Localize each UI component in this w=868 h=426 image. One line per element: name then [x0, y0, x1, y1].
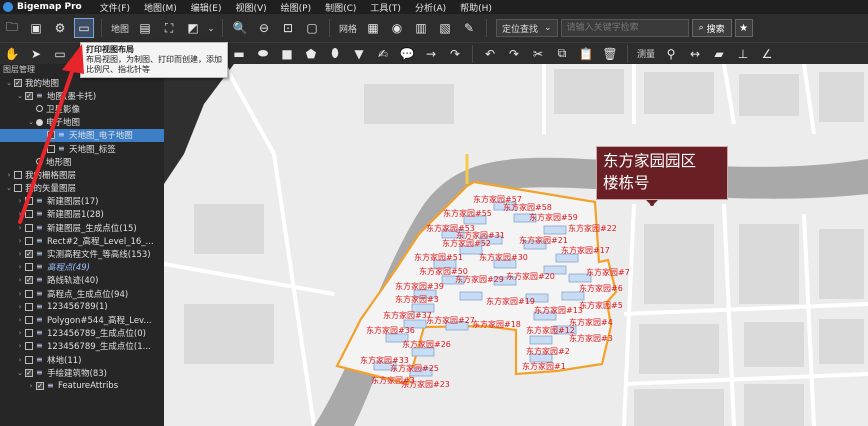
annotation-arrow: [18, 44, 84, 224]
app-window: Bigemap Pro 文件(F) 地图(M) 编辑(E) 视图(V) 绘图(P…: [0, 0, 868, 426]
